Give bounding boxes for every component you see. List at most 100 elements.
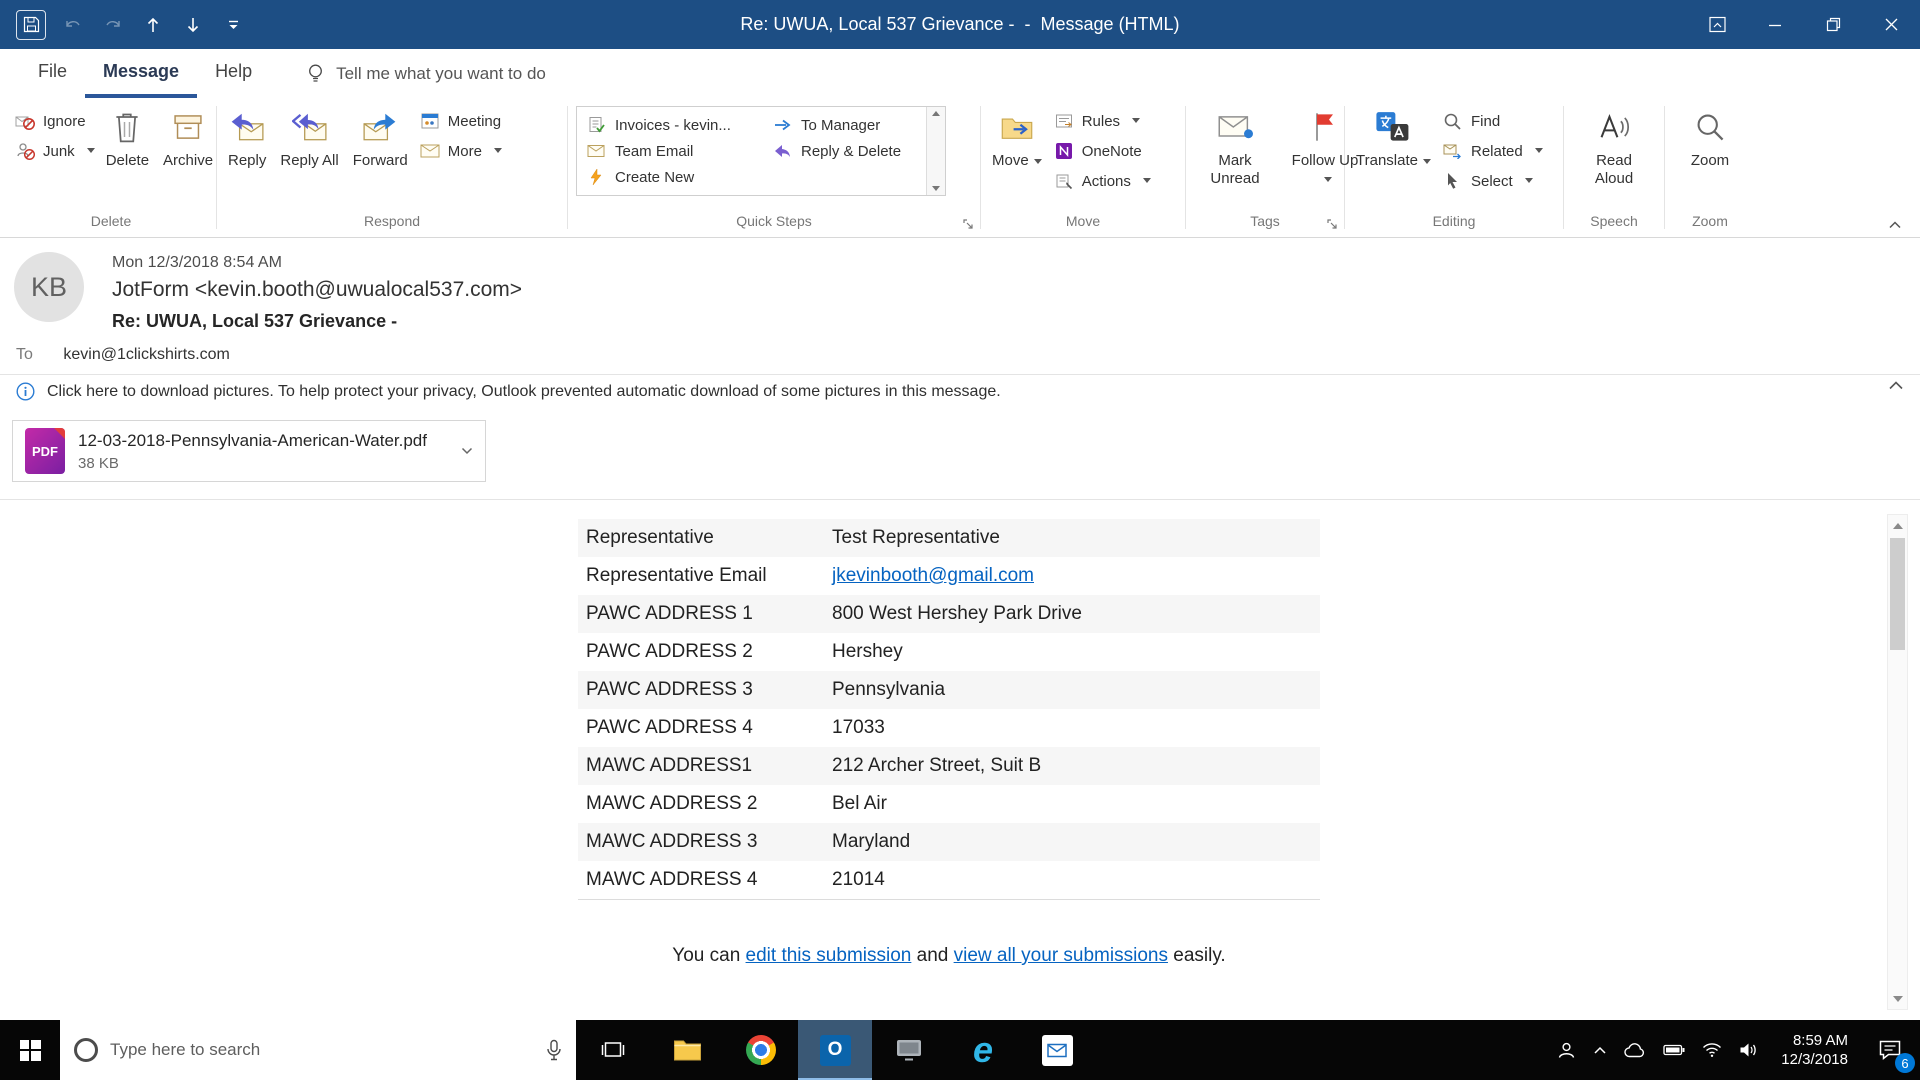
actions-button[interactable]: Actions bbox=[1049, 166, 1171, 196]
microphone-icon[interactable] bbox=[546, 1039, 562, 1061]
delete-button[interactable]: Delete bbox=[99, 106, 156, 172]
archive-button[interactable]: Archive bbox=[156, 106, 220, 172]
move-button[interactable]: Move bbox=[985, 106, 1049, 172]
scroll-down-icon[interactable] bbox=[1888, 988, 1907, 1009]
gallery-scroll-up-icon[interactable] bbox=[932, 111, 940, 116]
sender-avatar[interactable]: KB bbox=[14, 252, 84, 322]
translate-button[interactable]: Translate bbox=[1349, 106, 1438, 172]
tab-file[interactable]: File bbox=[20, 49, 85, 98]
tab-help[interactable]: Help bbox=[197, 49, 270, 98]
read-aloud-button[interactable]: Read Aloud bbox=[1569, 106, 1659, 190]
previous-item-icon[interactable] bbox=[140, 12, 166, 38]
group-label-quick-steps: Quick Steps bbox=[736, 213, 812, 229]
clock-date: 12/3/2018 bbox=[1781, 1051, 1848, 1068]
dropdown-caret-icon bbox=[1033, 159, 1042, 164]
chrome-icon bbox=[746, 1035, 776, 1065]
network-icon[interactable] bbox=[1702, 1042, 1722, 1058]
reply-all-button[interactable]: Reply All bbox=[273, 106, 345, 172]
group-label-editing: Editing bbox=[1432, 213, 1476, 229]
onenote-button[interactable]: OneNote bbox=[1049, 136, 1171, 166]
find-button[interactable]: Find bbox=[1438, 106, 1550, 136]
people-icon[interactable] bbox=[1557, 1041, 1576, 1060]
ribbon-display-options-icon[interactable] bbox=[1688, 0, 1746, 49]
forward-button[interactable]: Forward bbox=[346, 106, 415, 172]
scrollbar-track[interactable] bbox=[1888, 536, 1907, 988]
collapse-ribbon-icon[interactable] bbox=[1888, 220, 1902, 229]
mail-app-button[interactable] bbox=[1020, 1020, 1094, 1080]
restore-button[interactable] bbox=[1804, 0, 1862, 49]
zoom-button[interactable]: Zoom bbox=[1684, 106, 1736, 172]
junk-button[interactable]: Junk bbox=[10, 136, 99, 166]
remote-app-button[interactable] bbox=[872, 1020, 946, 1080]
read-aloud-label: Read Aloud bbox=[1594, 152, 1634, 187]
dialog-launcher-icon[interactable] bbox=[1326, 218, 1339, 231]
save-icon[interactable] bbox=[16, 9, 46, 40]
footer-text: easily. bbox=[1167, 945, 1226, 966]
internet-explorer-button[interactable]: e bbox=[946, 1020, 1020, 1080]
minimize-button[interactable] bbox=[1746, 0, 1804, 49]
group-label-respond: Respond bbox=[363, 213, 421, 229]
close-button[interactable] bbox=[1862, 0, 1920, 49]
quick-steps-gallery-scrollbar[interactable] bbox=[926, 107, 945, 195]
battery-icon[interactable] bbox=[1663, 1044, 1685, 1056]
edit-submission-link[interactable]: edit this submission bbox=[746, 945, 912, 966]
volume-icon[interactable] bbox=[1739, 1042, 1759, 1058]
attachment-menu-caret-icon[interactable] bbox=[461, 447, 473, 455]
related-button[interactable]: Related bbox=[1438, 136, 1550, 166]
outlook-button[interactable]: O bbox=[798, 1020, 872, 1080]
quick-step-create-new[interactable]: Create New bbox=[577, 164, 763, 190]
pdf-icon: PDF bbox=[25, 428, 65, 474]
start-button[interactable] bbox=[0, 1020, 60, 1080]
select-button[interactable]: Select bbox=[1438, 166, 1550, 196]
scroll-up-icon[interactable] bbox=[1888, 515, 1907, 536]
attachment-card[interactable]: PDF 12-03-2018-Pennsylvania-American-Wat… bbox=[12, 420, 486, 482]
tell-me-box[interactable]: Tell me what you want to do bbox=[304, 49, 546, 98]
quick-step-invoices[interactable]: Invoices - kevin... bbox=[577, 112, 763, 138]
taskbar-clock[interactable]: 8:59 AM 12/3/2018 bbox=[1769, 1020, 1860, 1080]
tab-message[interactable]: Message bbox=[85, 49, 198, 98]
customize-quick-access-icon[interactable] bbox=[220, 12, 246, 38]
lightbulb-icon bbox=[304, 63, 326, 84]
reply-button[interactable]: Reply bbox=[221, 106, 273, 172]
ribbon-group-editing: Translate Find Related Select Editing bbox=[1345, 98, 1563, 237]
gallery-scroll-down-icon[interactable] bbox=[932, 186, 940, 191]
vertical-scrollbar[interactable] bbox=[1887, 514, 1908, 1010]
more-respond-button[interactable]: More bbox=[415, 136, 531, 166]
field-value: Bel Air bbox=[832, 793, 887, 814]
taskbar-search[interactable] bbox=[60, 1020, 576, 1080]
undo-icon[interactable] bbox=[60, 12, 86, 38]
scrollbar-thumb[interactable] bbox=[1890, 538, 1905, 650]
titlebar: Re: UWUA, Local 537 Grievance - - Messag… bbox=[0, 0, 1920, 49]
quick-step-team-email[interactable]: Team Email bbox=[577, 138, 763, 164]
message-from[interactable]: JotForm <kevin.booth@uwualocal537.com> bbox=[112, 278, 1920, 302]
ignore-button[interactable]: Ignore bbox=[10, 106, 99, 136]
field-label: PAWC ADDRESS 2 bbox=[586, 641, 753, 662]
representative-email-link[interactable]: jkevinbooth@gmail.com bbox=[832, 565, 1320, 587]
dialog-launcher-icon[interactable] bbox=[962, 218, 975, 231]
action-center-button[interactable]: 6 bbox=[1860, 1020, 1920, 1080]
field-value: 17033 bbox=[832, 717, 885, 738]
rules-button[interactable]: Rules bbox=[1049, 106, 1171, 136]
search-input[interactable] bbox=[110, 1040, 534, 1060]
message-header: KB Mon 12/3/2018 8:54 AM JotForm <kevin.… bbox=[0, 238, 1920, 342]
mark-unread-button[interactable]: Mark Unread bbox=[1190, 106, 1280, 190]
hidden-icons-chevron-icon[interactable] bbox=[1593, 1046, 1607, 1055]
next-item-icon[interactable] bbox=[180, 12, 206, 38]
task-view-button[interactable] bbox=[576, 1020, 650, 1080]
collapse-header-icon[interactable] bbox=[1888, 380, 1904, 390]
onedrive-cloud-icon[interactable] bbox=[1624, 1042, 1646, 1058]
windows-logo-icon bbox=[19, 1039, 41, 1061]
forward-label: Forward bbox=[352, 152, 408, 169]
meeting-button[interactable]: Meeting bbox=[415, 106, 531, 136]
to-recipient[interactable]: kevin@1clickshirts.com bbox=[63, 346, 230, 363]
chrome-button[interactable] bbox=[724, 1020, 798, 1080]
download-pictures-infobar[interactable]: Click here to download pictures. To help… bbox=[0, 374, 1920, 408]
quick-step-reply-delete[interactable]: Reply & Delete bbox=[763, 138, 926, 164]
file-explorer-button[interactable] bbox=[650, 1020, 724, 1080]
quick-step-label: Reply & Delete bbox=[801, 142, 902, 160]
view-submissions-link[interactable]: view all your submissions bbox=[954, 945, 1168, 966]
redo-icon[interactable] bbox=[100, 12, 126, 38]
reply-icon bbox=[229, 108, 265, 146]
quick-step-to-manager[interactable]: To Manager bbox=[763, 112, 926, 138]
group-label-zoom: Zoom bbox=[1692, 213, 1728, 229]
